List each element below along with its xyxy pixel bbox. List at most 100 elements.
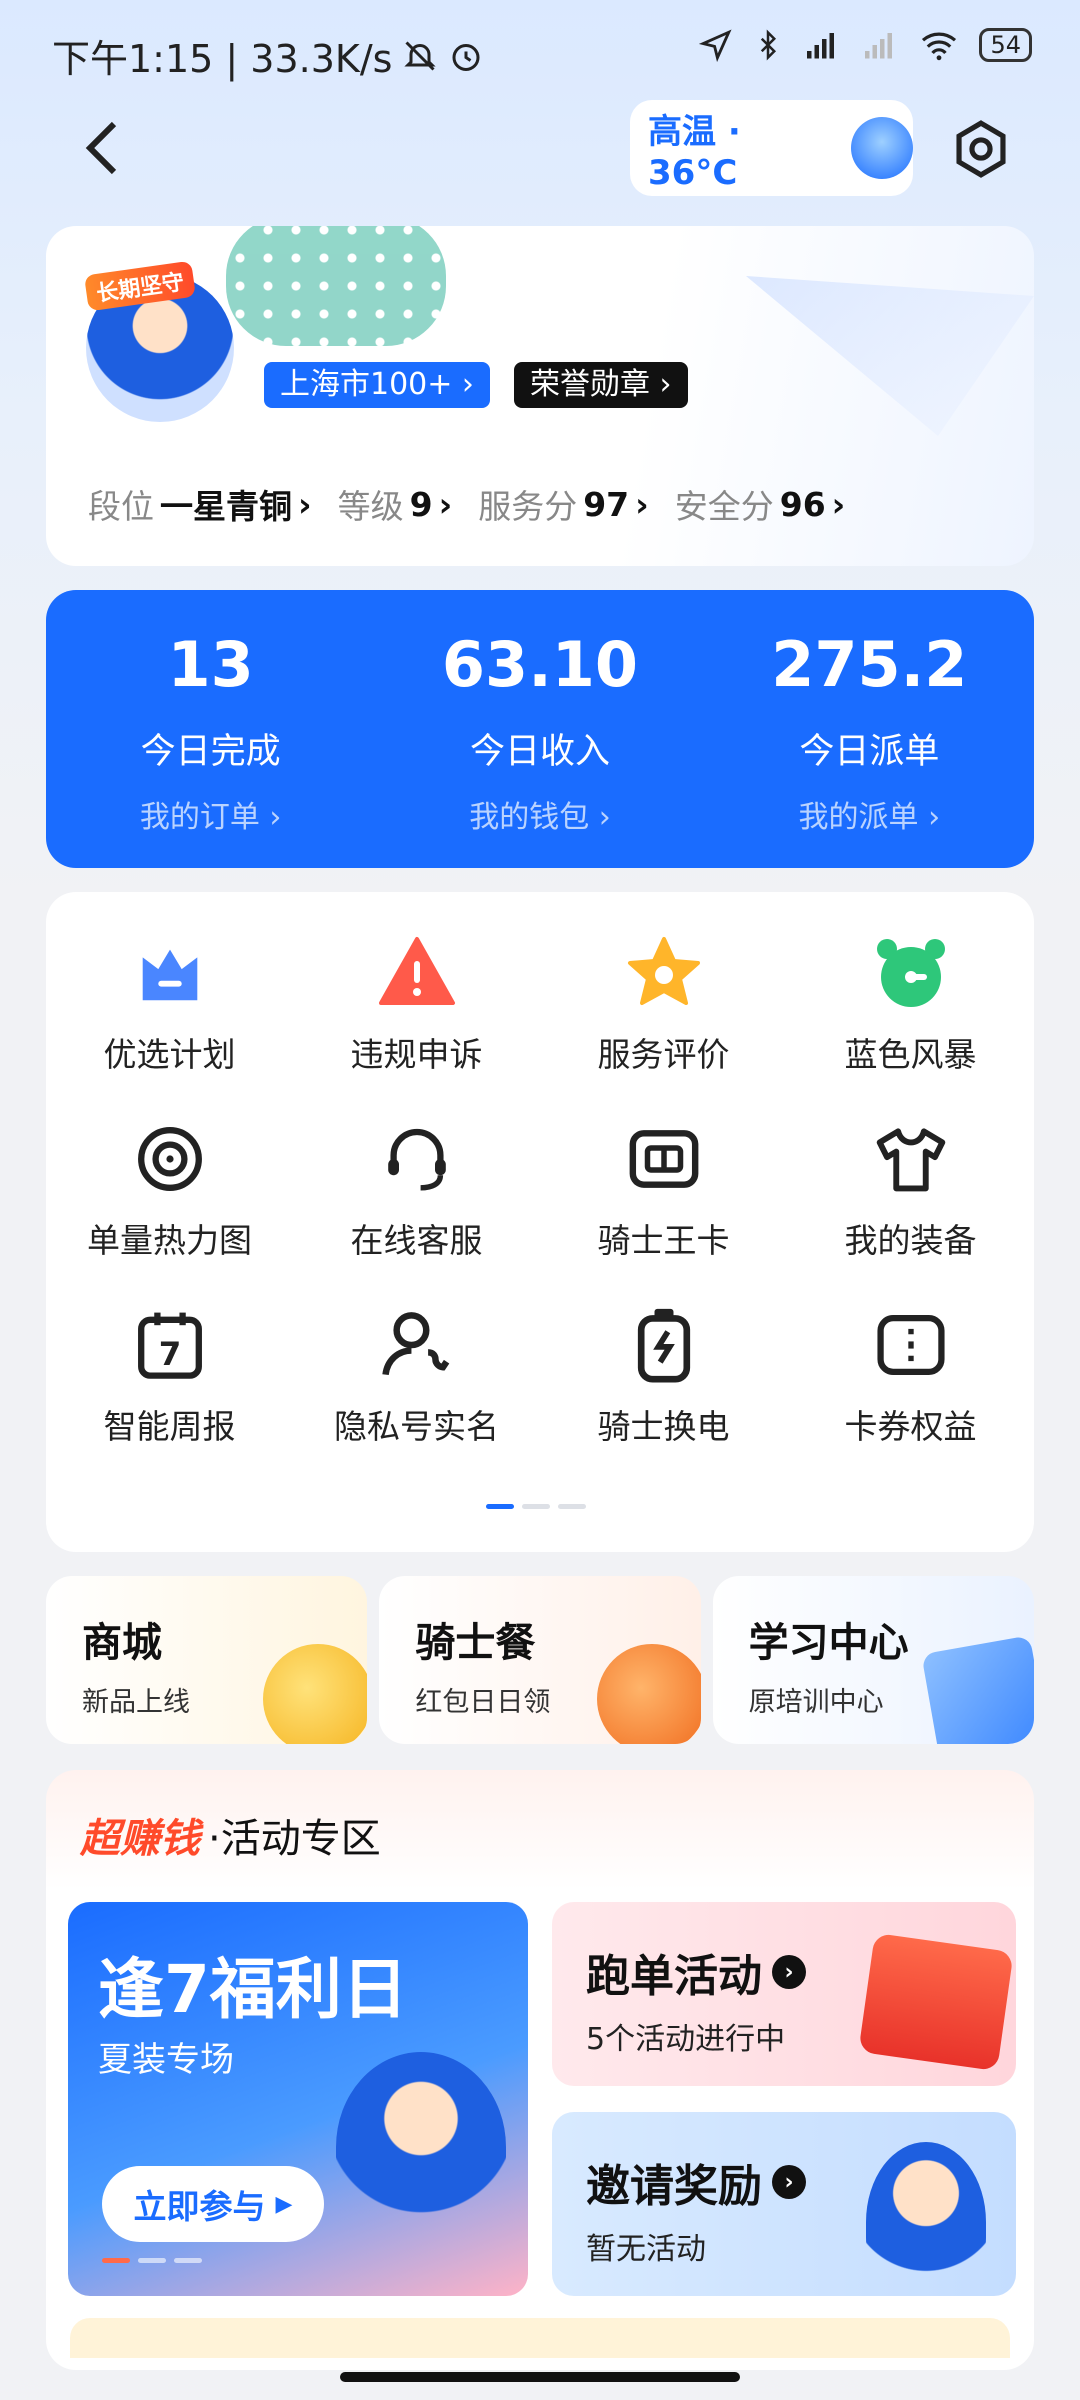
invite-reward-card[interactable]: 邀请奖励 › 暂无活动 [552, 2112, 1016, 2296]
signal-icon [807, 33, 835, 59]
coupon-icon [870, 1304, 952, 1386]
crown-icon [129, 932, 211, 1014]
medal-tag[interactable]: 荣誉勋章 › [514, 362, 688, 408]
summary-dispatch[interactable]: 275.2 今日派单 我的派单 › [705, 590, 1034, 868]
alarm-clock-icon [452, 43, 480, 71]
mini-card-title: 学习中心 [748, 1620, 909, 1666]
grid-item-blue-storm[interactable]: 蓝色风暴 [787, 932, 1034, 1076]
promo-banner[interactable]: 逢7福利日 夏装专场 立即参与 ▶ [68, 1902, 528, 2296]
feature-grid-card: 优选计划 违规申诉 服务评价 蓝色风暴 单量热力图 在线客服 骑士王卡 我的装备… [46, 892, 1034, 1552]
grid-label: 优选计划 [103, 1035, 236, 1074]
grid-item-violation-appeal[interactable]: 违规申诉 [293, 932, 540, 1076]
mini-card-sub: 红包日日领 [415, 1687, 551, 1718]
stat-key: 服务分 [478, 487, 578, 526]
settings-hex-icon [956, 120, 1006, 178]
stats-row: 段位 一星青铜 › 等级 9 › 服务分 97 › 安全分 96 › [88, 480, 845, 528]
chevron-right-icon: › [298, 484, 312, 524]
grid-item-preferred-plan[interactable]: 优选计划 [46, 932, 293, 1076]
knight-meal-card[interactable]: 骑士餐 红包日日领 [379, 1576, 701, 1744]
summary-link[interactable]: 我的钱包 › [469, 792, 611, 836]
home-indicator[interactable] [340, 2372, 740, 2382]
join-now-button[interactable]: 立即参与 ▶ [102, 2166, 324, 2242]
grid-item-customer-service[interactable]: 在线客服 [293, 1118, 540, 1262]
chicken-leg-icon [596, 1644, 701, 1744]
mall-card[interactable]: 商城 新品上线 [46, 1576, 368, 1744]
play-triangle-icon: ▶ [275, 2191, 293, 2217]
mini-card-title: 骑士餐 [415, 1620, 536, 1666]
feature-grid: 优选计划 违规申诉 服务评价 蓝色风暴 单量热力图 在线客服 骑士王卡 我的装备… [46, 932, 1034, 1448]
weather-mascot-icon [851, 117, 913, 179]
grid-item-battery-swap[interactable]: 骑士换电 [540, 1304, 787, 1448]
wifi-icon [922, 32, 957, 61]
grid-label: 违规申诉 [350, 1035, 483, 1074]
promo-pager [102, 2258, 202, 2263]
status-time: 下午1:15 | 33.3K/s [52, 37, 393, 81]
run-activity-label: 跑单活动 [586, 1951, 762, 2002]
summary-number: 275.2 [771, 628, 968, 701]
chevron-right-icon: › [635, 484, 649, 524]
chevron-left-icon [85, 121, 117, 175]
mini-card-sub: 新品上线 [82, 1687, 190, 1718]
status-left: 下午1:15 | 33.3K/s [52, 28, 484, 83]
promo-title: 逢7福利日 [98, 1951, 408, 2028]
summary-income[interactable]: 63.10 今日收入 我的钱包 › [375, 590, 704, 868]
chevron-right-icon: › [438, 484, 453, 524]
summary-link[interactable]: 我的派单 › [799, 792, 941, 836]
stat-key: 段位 [88, 487, 154, 526]
daily-summary: 13 今日完成 我的订单 › 63.10 今日收入 我的钱包 › 275.2 今… [46, 590, 1034, 868]
battery-indicator: 54 [979, 28, 1032, 62]
mascot-image [336, 2052, 506, 2242]
status-right: 54 [699, 28, 1032, 62]
mini-cards-row: 商城 新品上线 骑士餐 红包日日领 学习中心 原培训中心 [46, 1576, 1034, 1744]
stat-level[interactable]: 等级 9 › [338, 480, 453, 528]
city-tag[interactable]: 上海市100+ › [264, 362, 490, 408]
grid-label: 在线客服 [350, 1221, 483, 1260]
stat-key: 安全分 [674, 487, 774, 526]
settings-button[interactable] [950, 118, 1012, 180]
run-activity-card[interactable]: 跑单活动 › 5个活动进行中 [552, 1902, 1016, 2086]
signal-weak-icon [865, 33, 893, 59]
calendar-icon: 7 [129, 1304, 211, 1386]
grid-item-coupons[interactable]: 卡券权益 [787, 1304, 1034, 1448]
stat-service[interactable]: 服务分 97 › [478, 480, 649, 528]
sim-card-icon [623, 1118, 705, 1200]
mini-card-sub: 原培训中心 [748, 1687, 884, 1718]
grid-item-privacy-number[interactable]: 隐私号实名 [293, 1304, 540, 1448]
user-phone-icon [376, 1304, 458, 1386]
join-now-label: 立即参与 [133, 2187, 266, 2226]
grid-label: 智能周报 [103, 1407, 236, 1446]
grid-label: 隐私号实名 [334, 1407, 499, 1446]
promo-subtitle: 夏装专场 [98, 2040, 234, 2080]
learning-center-card[interactable]: 学习中心 原培训中心 [712, 1576, 1034, 1744]
grid-item-service-rating[interactable]: 服务评价 [540, 932, 787, 1076]
location-icon [699, 29, 732, 62]
summary-completed[interactable]: 13 今日完成 我的订单 › [46, 590, 375, 868]
alarm-icon [870, 932, 952, 1014]
grid-item-my-gear[interactable]: 我的装备 [787, 1118, 1034, 1262]
grid-item-knight-card[interactable]: 骑士王卡 [540, 1118, 787, 1262]
stat-safety[interactable]: 安全分 96 › [675, 480, 846, 528]
pager-dot [174, 2258, 202, 2263]
invite-reward-label: 邀请奖励 [586, 2161, 762, 2212]
activity-header: 超赚钱 ·活动专区 [80, 1806, 381, 1864]
grid-label: 卡券权益 [844, 1407, 977, 1446]
summary-link[interactable]: 我的订单 › [140, 792, 282, 836]
run-activity-title: 跑单活动 › [586, 1940, 806, 2004]
weather-text: 高温 · 36°C [648, 111, 741, 193]
mini-card-title: 商城 [82, 1620, 162, 1666]
stat-value: 一星青铜 [160, 487, 292, 526]
stat-rank[interactable]: 段位 一星青铜 › [88, 480, 312, 528]
grid-label: 服务评价 [597, 1035, 730, 1074]
back-button[interactable] [72, 118, 132, 178]
grid-label: 骑士王卡 [597, 1221, 730, 1260]
chevron-right-icon: › [831, 484, 846, 524]
grid-item-heatmap[interactable]: 单量热力图 [46, 1118, 293, 1262]
mute-bell-icon [404, 40, 437, 71]
activity-zone: 超赚钱 ·活动专区 逢7福利日 夏装专场 立即参与 ▶ 跑单活动 › 5个活动进… [46, 1770, 1034, 2370]
grid-item-weekly-report[interactable]: 7 智能周报 [46, 1304, 293, 1448]
grid-label: 单量热力图 [87, 1221, 252, 1260]
bluetooth-icon [761, 29, 777, 61]
run-activity-sub: 5个活动进行中 [586, 2022, 786, 2057]
weather-pill[interactable]: 高温 · 36°C [630, 100, 913, 196]
profile-card: 长期坚守 上海市100+ › 荣誉勋章 › 段位 一星青铜 › 等级 9 › 服务分 97… [46, 226, 1034, 566]
